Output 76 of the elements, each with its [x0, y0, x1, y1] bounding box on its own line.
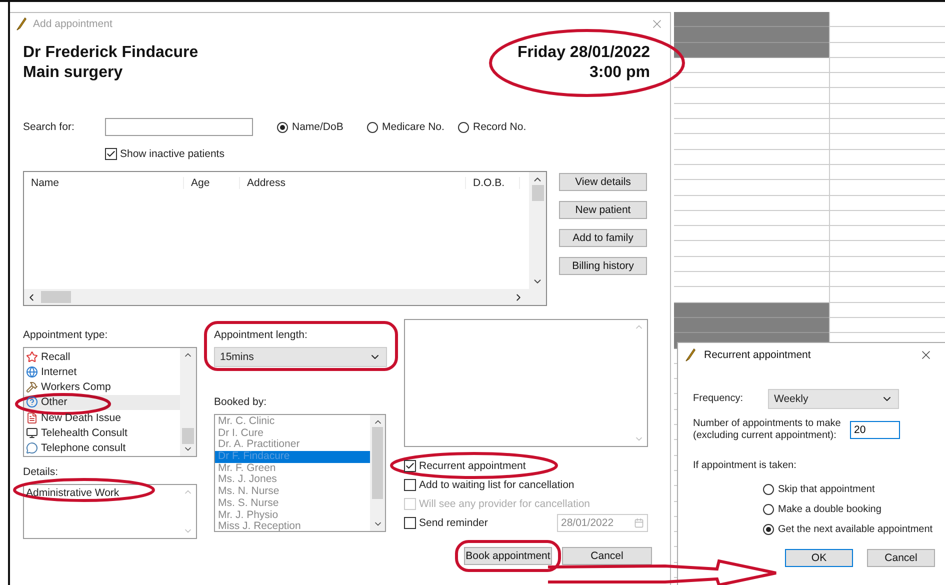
column-header[interactable]: D.O.B.	[466, 177, 520, 189]
radio-button[interactable]: Make a double booking	[763, 504, 882, 515]
checkbox-label: Show inactive patients	[120, 148, 224, 160]
radio-button[interactable]: Medicare No.	[367, 121, 458, 133]
field-label: Booked by:	[214, 396, 268, 408]
star-icon	[26, 350, 38, 363]
scrollbar[interactable]	[180, 348, 196, 456]
horizontal-scrollbar[interactable]	[24, 289, 546, 305]
speech-bubble-icon	[26, 442, 38, 454]
checkbox[interactable]	[404, 460, 416, 472]
cancel-button[interactable]: Cancel	[867, 549, 935, 567]
field-label: Details:	[23, 466, 60, 478]
window-title: Add appointment	[33, 18, 114, 30]
dialog-title: Recurrent appointment	[704, 349, 812, 361]
scrollbar-thumb[interactable]	[41, 291, 71, 303]
globe-icon	[26, 366, 38, 378]
hammer-icon	[26, 381, 38, 394]
side-button[interactable]: Add to family	[559, 229, 647, 247]
document-icon	[26, 412, 38, 424]
field-label: Appointment length:	[214, 329, 308, 341]
radio-button[interactable]: Skip that appointment	[763, 484, 875, 495]
date-field: 28/01/2022	[557, 514, 648, 532]
cancel-button[interactable]: Cancel	[562, 547, 652, 565]
list-item[interactable]: Recall	[24, 349, 180, 364]
practitioner-name: Dr Frederick Findacure	[23, 43, 198, 63]
side-button[interactable]: View details	[559, 173, 647, 191]
scrollbar[interactable]	[529, 172, 546, 289]
field-label: Appointment type:	[23, 329, 109, 341]
radio-indicator[interactable]	[763, 504, 774, 515]
radio-indicator[interactable]	[277, 122, 288, 132]
list-item[interactable]: Telephone consult	[24, 440, 180, 456]
book-button[interactable]: Book appointment	[464, 547, 552, 565]
checkbox[interactable]	[404, 517, 416, 529]
radio-indicator[interactable]	[763, 524, 774, 535]
checkbox-label: Recurrent appointment	[419, 460, 526, 472]
list-item[interactable]: Workers Comp	[24, 380, 180, 395]
radio-indicator[interactable]	[763, 484, 774, 495]
appointment-date: Friday 28/01/2022	[517, 43, 650, 63]
scrollbar-thumb[interactable]	[532, 185, 544, 201]
radio-indicator[interactable]	[458, 122, 469, 132]
checkbox[interactable]	[105, 148, 117, 160]
checkbox-label: Will see any provider for cancellation	[419, 498, 590, 510]
taken-label: If appointment is taken:	[693, 460, 798, 472]
radio-indicator[interactable]	[367, 122, 378, 132]
side-button[interactable]: New patient	[559, 201, 647, 219]
appointment-time: 3:00 pm	[590, 63, 650, 83]
column-header[interactable]: Address	[240, 177, 466, 189]
ok-button[interactable]: OK	[785, 549, 853, 567]
monitor-icon	[26, 427, 38, 440]
frequency-dropdown[interactable]: Weekly	[768, 389, 899, 409]
pencil-icon	[684, 348, 696, 362]
radio-button[interactable]: Get the next available appointment	[763, 524, 933, 535]
scrollbar-thumb[interactable]	[182, 428, 194, 444]
search-label: Search for:	[23, 121, 76, 133]
appointment-length-dropdown[interactable]: 15mins	[214, 347, 387, 367]
help-icon	[26, 396, 38, 408]
frequency-label: Frequency:	[693, 393, 744, 405]
scrollbar-thumb[interactable]	[372, 427, 383, 499]
checkbox-label: Add to waiting list for cancellation	[419, 478, 574, 490]
radio-button[interactable]: Name/DoB	[277, 121, 367, 133]
radio-button[interactable]: Record No.	[458, 121, 538, 133]
pencil-icon	[15, 17, 27, 31]
checkbox[interactable]	[404, 478, 416, 490]
list-item[interactable]: Other	[24, 394, 180, 410]
column-header[interactable]: Age	[184, 177, 240, 189]
search-field[interactable]	[105, 118, 253, 136]
list-item[interactable]: Internet	[24, 364, 180, 380]
side-button[interactable]: Billing history	[559, 257, 647, 275]
count-field[interactable]: 20	[850, 421, 900, 439]
checkbox-label: Send reminder	[419, 517, 488, 529]
scrollbar[interactable]	[370, 415, 385, 531]
count-label: Number of appointments to make (excluding current appointment):	[693, 418, 842, 442]
location-name: Main surgery	[23, 63, 124, 83]
list-item[interactable]: New Death Issue	[24, 410, 180, 426]
list-item[interactable]: Telehealth Consult	[24, 425, 180, 441]
column-header[interactable]: Name	[24, 177, 184, 189]
